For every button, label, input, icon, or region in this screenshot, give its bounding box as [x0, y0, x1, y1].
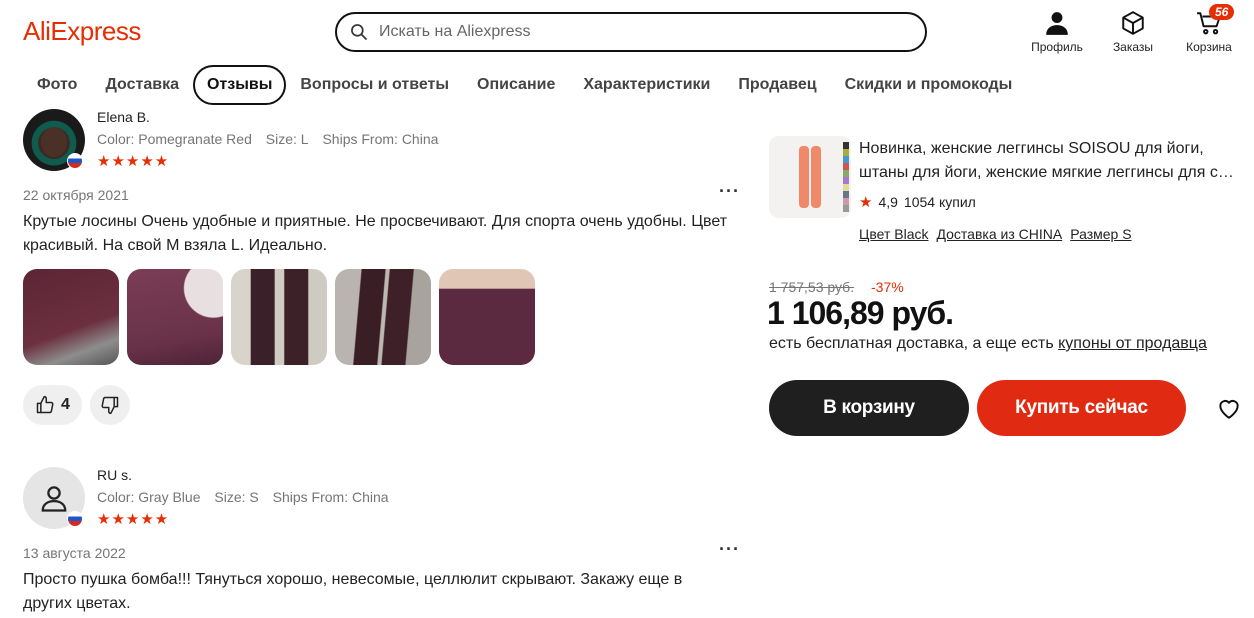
profile-label: Профиль — [1031, 40, 1083, 54]
review-ships-from: Ships From: China — [272, 489, 389, 505]
review-photo[interactable] — [231, 269, 327, 365]
review-size: Size: S — [214, 489, 259, 505]
orders-label: Заказы — [1112, 40, 1154, 54]
discount-badge: -37% — [871, 279, 904, 295]
like-count: 4 — [61, 396, 70, 413]
product-tabs: Фото Доставка Отзывы Вопросы и ответы Описан… — [23, 65, 1026, 105]
tab-0[interactable]: Фото — [23, 65, 91, 105]
review-date: 22 октября 2021 — [23, 187, 129, 203]
review-ships-from: Ships From: China — [322, 131, 439, 147]
search-input[interactable] — [379, 23, 899, 41]
review-text: Крутые лосины Очень удобные и приятные. … — [23, 213, 728, 254]
more-options-button[interactable]: ··· — [719, 181, 740, 202]
old-price: 1 757,53 руб. — [769, 279, 855, 295]
delivery-info: есть бесплатная доставка, а еще есть куп… — [769, 335, 1207, 353]
box-icon — [1122, 11, 1144, 35]
review-card: Elena B. Color: Pomegranate Red Size: L … — [23, 109, 743, 449]
review-photo[interactable] — [23, 269, 119, 365]
seller-coupons-link[interactable]: купоны от продавца — [1058, 335, 1207, 352]
review-photo[interactable] — [127, 269, 223, 365]
sold-count: 1054 купил — [903, 194, 976, 210]
review-photo[interactable] — [335, 269, 431, 365]
tab-5[interactable]: Характеристики — [569, 65, 724, 105]
product-title-line: штаны для йоги, женские мягкие леггинсы … — [859, 164, 1239, 181]
user-placeholder-icon — [41, 486, 67, 512]
review-card: RU s. Color: Gray Blue Size: S Ships Fro… — [23, 467, 743, 618]
tab-2[interactable]: Отзывы — [192, 65, 287, 105]
search-bar[interactable] — [335, 12, 927, 52]
product-title-line: Новинка, женские леггинсы SOISOU для йог… — [859, 140, 1204, 157]
like-button[interactable]: 4 — [23, 385, 82, 425]
review-stars: ★★★★★ — [97, 511, 170, 528]
option-delivery[interactable]: Доставка из CHINA — [937, 226, 1063, 242]
option-color[interactable]: Цвет Black — [859, 226, 929, 242]
tab-4[interactable]: Описание — [463, 65, 569, 105]
review-text: Просто пушка бомба!!! Тянуться хорошо, н… — [23, 571, 683, 612]
review-photo[interactable] — [439, 269, 535, 365]
user-icon — [1046, 12, 1068, 35]
delivery-text: есть бесплатная доставка, а еще есть — [769, 335, 1059, 352]
tab-1[interactable]: Доставка — [91, 65, 193, 105]
review-meta: Color: Gray Blue Size: S Ships From: Chi… — [97, 489, 399, 505]
rating-value: 4,9 — [878, 194, 898, 210]
product-options: Цвет Black Доставка из CHINA Размер S — [859, 226, 1132, 242]
review-stars: ★★★★★ — [97, 153, 170, 170]
thumbs-up-icon — [36, 395, 54, 414]
reviewer-name: RU s. — [97, 467, 132, 483]
current-price: 1 106,89 руб. — [767, 295, 954, 331]
profile-button[interactable]: Профиль — [1030, 10, 1084, 54]
cart-count-badge: 56 — [1209, 4, 1235, 20]
review-reactions: 4 — [23, 385, 130, 425]
review-meta: Color: Pomegranate Red Size: L Ships Fro… — [97, 131, 448, 147]
star-icon: ★ — [859, 194, 873, 211]
add-to-cart-button[interactable]: В корзину — [769, 380, 969, 436]
product-thumbnail[interactable] — [769, 136, 851, 218]
review-color: Color: Gray Blue — [97, 489, 201, 505]
review-date: 13 августа 2022 — [23, 545, 126, 561]
buy-now-button[interactable]: Купить сейчас — [977, 380, 1186, 436]
product-title[interactable]: Новинка, женские леггинсы SOISOU для йог… — [859, 137, 1239, 185]
cart-label: Корзина — [1186, 40, 1232, 54]
orders-button[interactable]: Заказы — [1108, 10, 1158, 54]
tab-3[interactable]: Вопросы и ответы — [286, 65, 463, 105]
search-icon — [351, 24, 368, 41]
review-photos — [23, 269, 535, 365]
review-color: Color: Pomegranate Red — [97, 131, 252, 147]
russia-flag-icon — [67, 153, 83, 169]
more-options-button[interactable]: ··· — [719, 539, 740, 560]
thumbs-down-icon — [101, 396, 119, 415]
tab-7[interactable]: Скидки и промокоды — [831, 65, 1027, 105]
heart-icon[interactable] — [1216, 395, 1242, 421]
dislike-button[interactable] — [89, 385, 130, 425]
option-size[interactable]: Размер S — [1070, 226, 1131, 242]
aliexpress-logo[interactable]: AliExpress — [23, 16, 141, 47]
tab-6[interactable]: Продавец — [724, 65, 830, 105]
product-rating: ★ 4,9 1054 купил — [859, 193, 976, 211]
russia-flag-icon — [67, 511, 83, 527]
cart-button[interactable]: Корзина 56 — [1182, 4, 1236, 54]
review-size: Size: L — [265, 131, 309, 147]
reviewer-name: Elena B. — [97, 109, 150, 125]
